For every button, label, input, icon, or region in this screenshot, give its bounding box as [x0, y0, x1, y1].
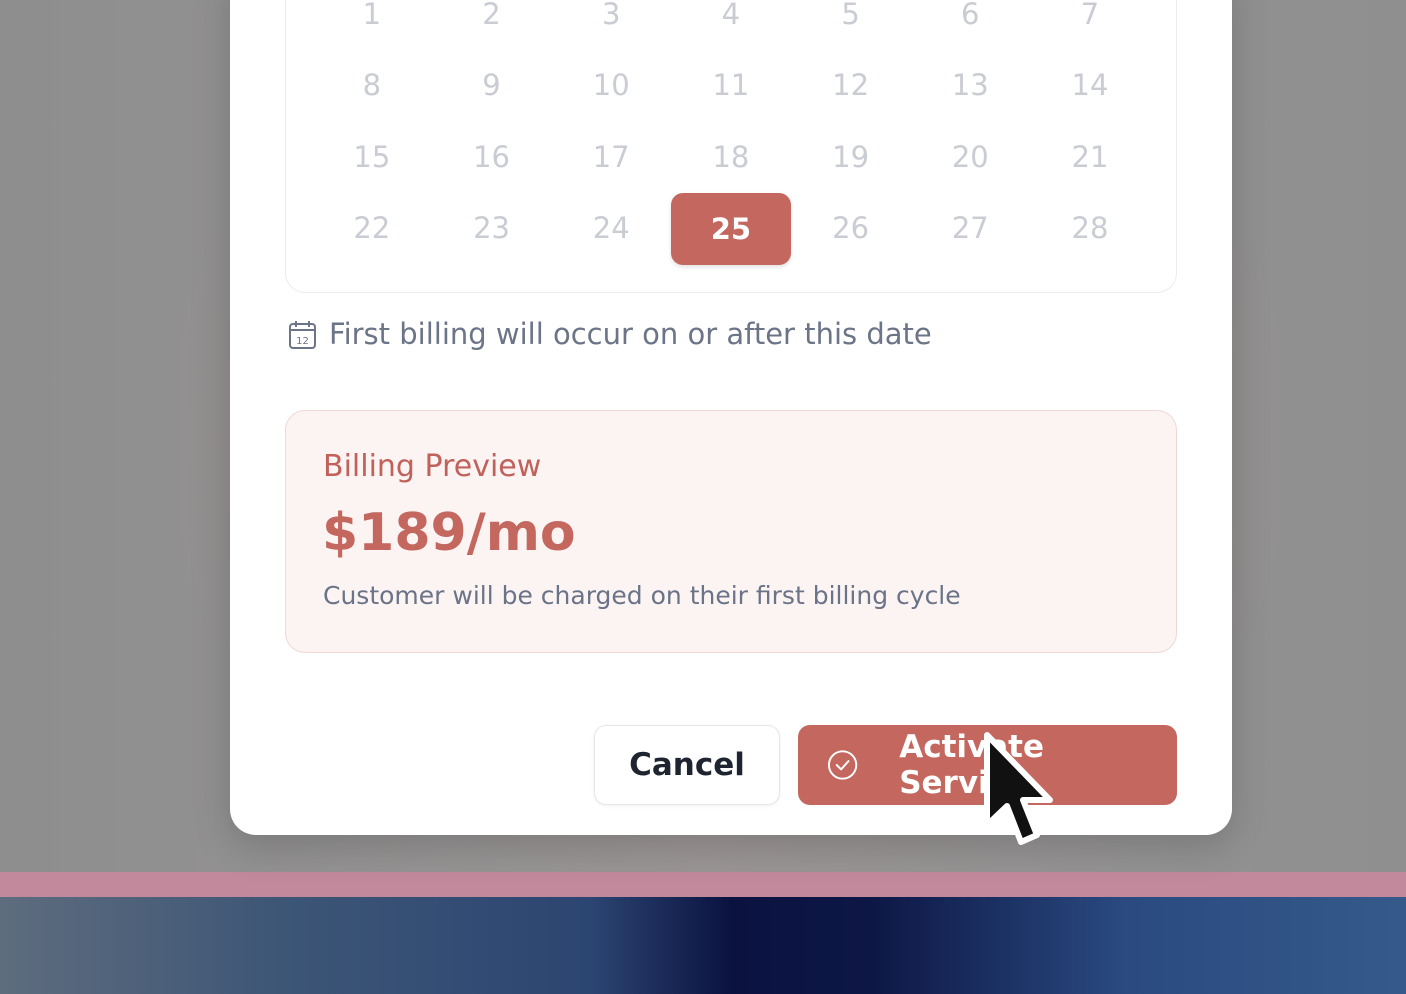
calendar-day[interactable]: 3 — [551, 0, 671, 50]
billing-date-calendar: 1 2 3 4 5 6 7 8 9 10 11 12 13 14 15 16 17 18 19 20 21 22 23 24 2… — [285, 0, 1177, 293]
calendar-day[interactable]: 26 — [791, 193, 911, 265]
calendar-day[interactable]: 17 — [551, 121, 671, 193]
calendar-day[interactable]: 12 — [791, 50, 911, 122]
calendar-day[interactable]: 16 — [432, 121, 552, 193]
cancel-button-label: Cancel — [629, 747, 745, 783]
calendar-day-grid: 1 2 3 4 5 6 7 8 9 10 11 12 13 14 15 16 17 18 19 20 21 22 23 24 2… — [312, 0, 1150, 265]
calendar-day[interactable]: 7 — [1030, 0, 1150, 50]
billing-date-hint: 12 First billing will occur on or after … — [288, 314, 932, 354]
calendar-day[interactable]: 4 — [671, 0, 791, 50]
billing-preview-description: Customer will be charged on their first … — [323, 581, 961, 610]
check-circle-icon — [827, 750, 858, 780]
calendar-icon: 12 — [289, 320, 316, 349]
billing-preview-card: Billing Preview $189/mo Customer will be… — [285, 410, 1177, 653]
calendar-day[interactable]: 22 — [312, 193, 432, 265]
calendar-day[interactable]: 14 — [1030, 50, 1150, 122]
calendar-day-selected[interactable]: 25 — [671, 192, 791, 265]
mouse-pointer-icon — [984, 732, 1053, 845]
calendar-day[interactable]: 9 — [432, 50, 552, 122]
billing-preview-price: $189/mo — [322, 503, 576, 563]
calendar-day[interactable]: 5 — [791, 0, 911, 50]
calendar-day[interactable]: 28 — [1030, 193, 1150, 265]
calendar-day[interactable]: 11 — [671, 50, 791, 122]
calendar-day[interactable]: 8 — [312, 50, 432, 122]
activate-service-modal: 1 2 3 4 5 6 7 8 9 10 11 12 13 14 15 16 17 18 19 20 21 22 23 24 2… — [230, 0, 1232, 835]
svg-text:12: 12 — [296, 336, 309, 347]
cancel-button[interactable]: Cancel — [594, 725, 780, 805]
calendar-day[interactable]: 1 — [312, 0, 432, 50]
calendar-day[interactable]: 15 — [312, 121, 432, 193]
billing-preview-title: Billing Preview — [323, 449, 542, 484]
calendar-day[interactable]: 19 — [791, 121, 911, 193]
calendar-day[interactable]: 13 — [910, 50, 1030, 122]
taskbar-edge — [0, 872, 1406, 897]
calendar-day[interactable]: 18 — [671, 121, 791, 193]
calendar-day[interactable]: 23 — [432, 193, 552, 265]
hint-text: First billing will occur on or after thi… — [329, 317, 932, 351]
calendar-day[interactable]: 21 — [1030, 121, 1150, 193]
calendar-day[interactable]: 2 — [432, 0, 552, 50]
calendar-day[interactable]: 20 — [910, 121, 1030, 193]
calendar-day[interactable]: 27 — [910, 193, 1030, 265]
calendar-day[interactable]: 10 — [551, 50, 671, 122]
calendar-day[interactable]: 6 — [910, 0, 1030, 50]
desktop-wallpaper — [0, 897, 1406, 994]
calendar-day[interactable]: 24 — [551, 193, 671, 265]
